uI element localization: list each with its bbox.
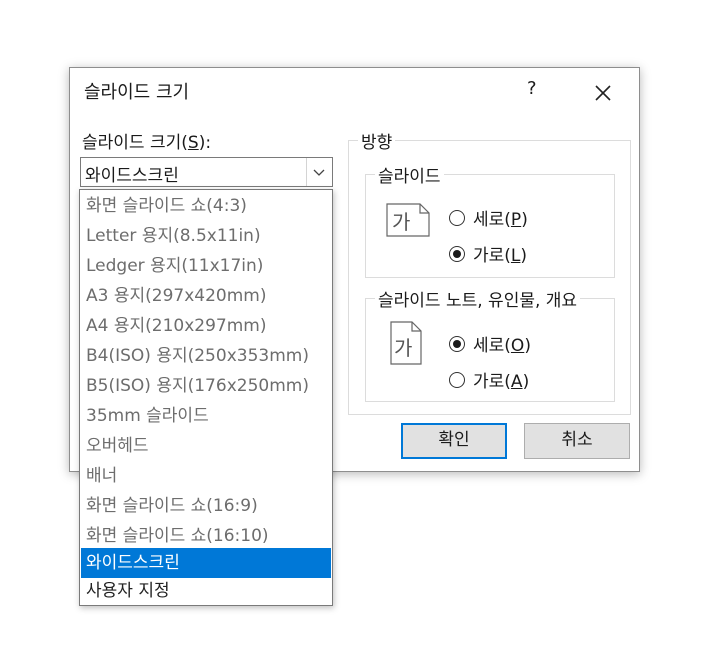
cancel-button[interactable]: 취소	[524, 423, 630, 459]
slide-size-value: 와이드스크린	[85, 166, 179, 186]
slides-icon-glyph: 가	[392, 210, 410, 234]
slides-orientation-legend: 슬라이드	[375, 162, 444, 187]
ok-button[interactable]: 확인	[401, 423, 507, 459]
slide-size-combobox[interactable]: 와이드스크린	[80, 157, 333, 187]
combobox-dropdown-button[interactable]	[306, 158, 332, 186]
chevron-down-icon	[313, 169, 325, 176]
dropdown-option[interactable]: A3 용지(297x420mm)	[81, 281, 331, 311]
dropdown-option[interactable]: 오버헤드	[81, 431, 331, 461]
notes-portrait-label: 세로(O)	[473, 336, 531, 356]
notes-orientation-group: 슬라이드 노트, 유인물, 개요 가 세로(O) 가로(A)	[365, 286, 615, 402]
slides-portrait-radio-circle[interactable]	[449, 209, 465, 226]
dropdown-option[interactable]: 사용자 지정	[81, 576, 331, 606]
dropdown-option[interactable]: B5(ISO) 용지(176x250mm)	[81, 371, 331, 401]
notes-icon-glyph: 가	[394, 336, 412, 360]
notes-orientation-legend: 슬라이드 노트, 유인물, 개요	[375, 286, 581, 311]
notes-portrait-radio[interactable]: 세로(O)	[449, 331, 531, 356]
dropdown-option[interactable]: 화면 슬라이드 쇼(16:9)	[81, 491, 331, 521]
slides-landscape-label: 가로(L)	[473, 246, 528, 266]
notes-portrait-radio-circle[interactable]	[449, 335, 465, 352]
notes-landscape-radio[interactable]: 가로(A)	[449, 367, 529, 392]
slides-portrait-label: 세로(P)	[473, 210, 528, 230]
slides-landscape-radio[interactable]: 가로(L)	[449, 241, 527, 266]
slides-orientation-group: 슬라이드 가 세로(P) 가로(L)	[365, 162, 615, 278]
dropdown-option[interactable]: A4 용지(210x297mm)	[81, 311, 331, 341]
help-button[interactable]: ?	[527, 78, 537, 99]
dropdown-option[interactable]: 화면 슬라이드 쇼(4:3)	[81, 191, 331, 221]
dropdown-option[interactable]: 화면 슬라이드 쇼(16:10)	[81, 521, 331, 551]
orientation-legend: 방향	[358, 128, 396, 153]
dropdown-option[interactable]: B4(ISO) 용지(250x353mm)	[81, 341, 331, 371]
notes-landscape-label: 가로(A)	[473, 372, 530, 392]
dropdown-option[interactable]: Ledger 용지(11x17in)	[81, 251, 331, 281]
portrait-page-icon: 가	[390, 321, 422, 365]
close-icon[interactable]	[588, 78, 618, 108]
notes-landscape-radio-circle[interactable]	[449, 371, 465, 388]
slides-portrait-radio[interactable]: 세로(P)	[449, 205, 528, 230]
slide-size-label: 슬라이드 크기(S):	[82, 133, 212, 153]
dropdown-option[interactable]: 35mm 슬라이드	[81, 401, 331, 431]
slides-landscape-radio-circle[interactable]	[449, 245, 465, 262]
dropdown-option[interactable]: Letter 용지(8.5x11in)	[81, 221, 331, 251]
dropdown-option-selected[interactable]: 와이드스크린	[81, 548, 331, 578]
dialog-title: 슬라이드 크기	[84, 82, 190, 103]
landscape-page-icon: 가	[386, 203, 430, 237]
slide-size-dropdown-list: 화면 슬라이드 쇼(4:3) Letter 용지(8.5x11in) Ledge…	[79, 189, 333, 606]
dropdown-option[interactable]: 배너	[81, 461, 331, 491]
